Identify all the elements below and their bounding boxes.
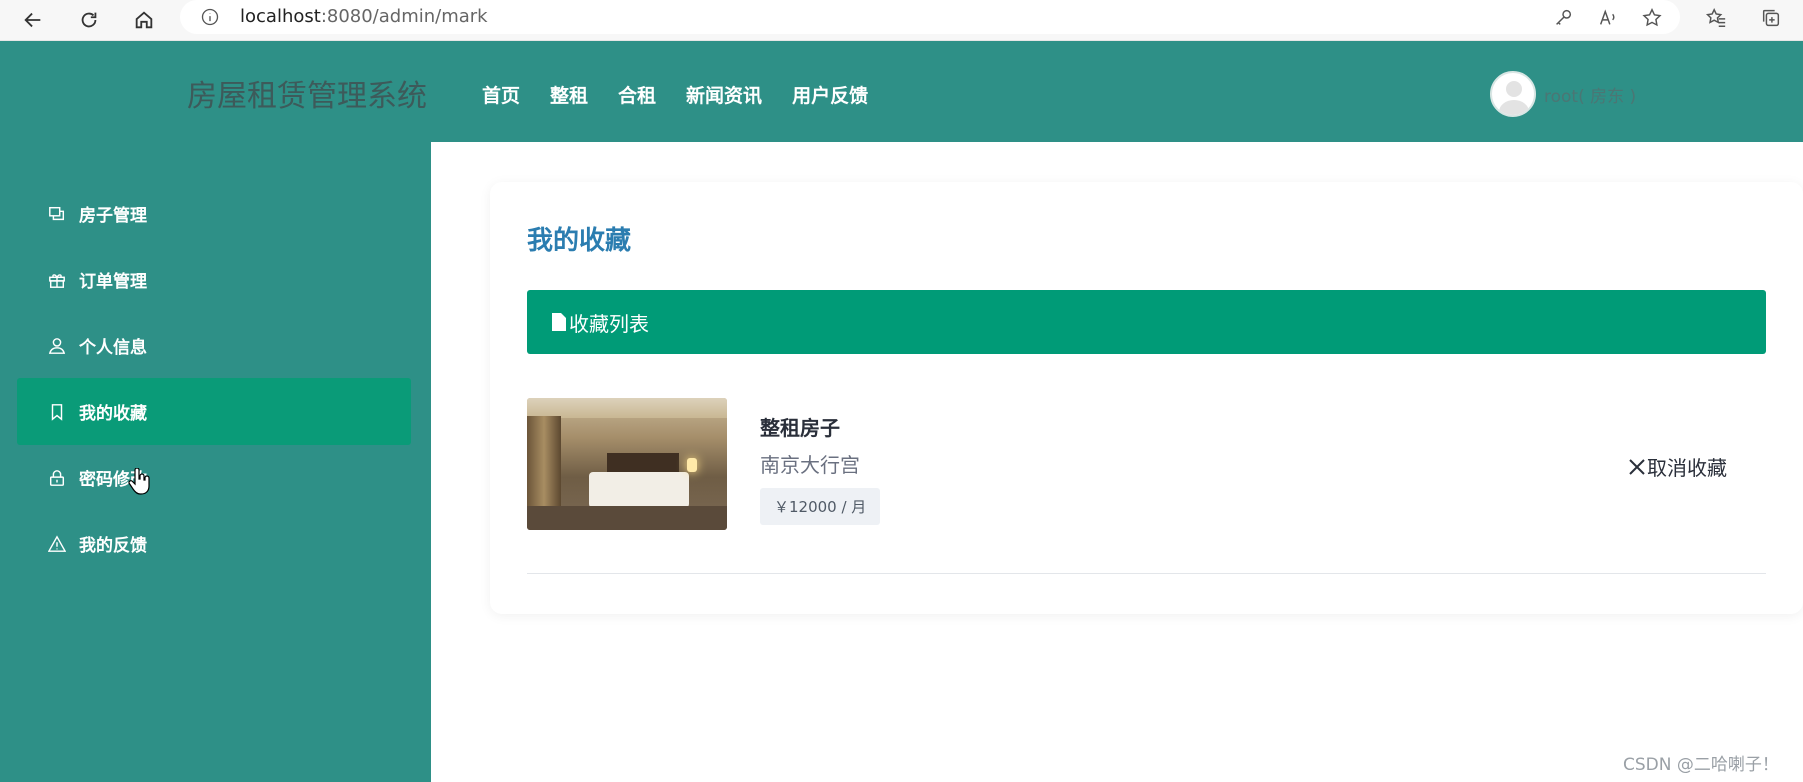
- room-type[interactable]: 整租房子: [760, 412, 880, 441]
- nav-shared-rent[interactable]: 合租: [618, 81, 656, 108]
- app-header: 房屋租赁管理系统 首页 整租 合租 新闻资讯 用户反馈 root( 房东 ): [0, 41, 1803, 142]
- sidebar-item-label: 个人信息: [79, 338, 147, 358]
- sidebar: 房子管理 订单管理 个人信息 我的收藏 密码修改 我的反馈: [0, 142, 431, 782]
- page-title: 我的收藏: [527, 226, 632, 256]
- home-icon[interactable]: [127, 3, 161, 37]
- sidebar-item-label: 房子管理: [79, 206, 147, 226]
- key-icon[interactable]: [1550, 5, 1576, 31]
- house-manage-icon: [47, 204, 67, 224]
- favorites-icon[interactable]: [1703, 5, 1729, 31]
- lock-icon: [47, 468, 67, 488]
- sidebar-item-profile[interactable]: 个人信息: [17, 312, 411, 379]
- back-icon[interactable]: [16, 3, 50, 37]
- sidebar-item-password[interactable]: 密码修改: [17, 444, 411, 511]
- sidebar-item-label: 订单管理: [79, 272, 147, 292]
- sidebar-item-label: 我的收藏: [79, 404, 147, 424]
- info-icon[interactable]: [200, 7, 220, 27]
- price-badge: ￥12000 / 月: [760, 488, 881, 525]
- room-photo[interactable]: [527, 398, 727, 530]
- watermark: CSDN @二哈喇子！: [1623, 755, 1779, 775]
- nav-news[interactable]: 新闻资讯: [686, 81, 762, 108]
- address-bar[interactable]: localhost:8080/admin/mark: [180, 0, 1680, 34]
- room-info: 整租房子 南京大行宫 ￥12000 / 月: [760, 412, 881, 525]
- nav-home[interactable]: 首页: [482, 81, 520, 108]
- avatar[interactable]: [1490, 71, 1536, 117]
- user-menu[interactable]: root( 房东 ): [1490, 71, 1636, 117]
- user-icon: [47, 336, 67, 356]
- close-icon: [1629, 458, 1645, 475]
- url-text[interactable]: localhost:8080/admin/mark: [240, 6, 488, 27]
- room-location: 南京大行宫: [760, 453, 860, 477]
- list-header-label: 收藏列表: [569, 311, 649, 336]
- cancel-favorite-button[interactable]: 取消收藏: [1627, 452, 1727, 481]
- app-title[interactable]: 房屋租赁管理系统: [187, 71, 427, 115]
- user-name[interactable]: root( 房东 ): [1544, 82, 1636, 107]
- divider: [527, 573, 1766, 574]
- sidebar-item-my-feedback[interactable]: 我的反馈: [17, 510, 411, 577]
- browser-toolbar: localhost:8080/admin/mark: [0, 0, 1803, 41]
- collections-icon[interactable]: [1758, 5, 1784, 31]
- sidebar-item-orders[interactable]: 订单管理: [17, 246, 411, 313]
- read-aloud-icon[interactable]: [1595, 5, 1621, 31]
- favorites-card: 我的收藏 收藏列表 整租房子 南京大行宫 ￥12000 / 月 取消收藏: [490, 182, 1803, 614]
- url-path: :8080/admin/mark: [320, 6, 488, 27]
- nav-whole-rent[interactable]: 整租: [550, 81, 588, 108]
- gift-icon: [47, 270, 67, 290]
- sidebar-item-favorites[interactable]: 我的收藏: [17, 378, 411, 445]
- sidebar-item-house-manage[interactable]: 房子管理: [17, 180, 411, 247]
- favorite-item: 整租房子 南京大行宫 ￥12000 / 月 取消收藏: [527, 398, 1766, 538]
- cancel-favorite-label: 取消收藏: [1647, 456, 1727, 480]
- sidebar-item-label: 我的反馈: [79, 536, 147, 556]
- favorites-list-header: 收藏列表: [527, 290, 1766, 354]
- nav-feedback[interactable]: 用户反馈: [792, 81, 868, 108]
- warning-icon: [47, 534, 67, 554]
- hand-cursor-icon: [128, 468, 150, 495]
- refresh-icon[interactable]: [72, 3, 106, 37]
- bookmark-icon: [47, 402, 67, 422]
- top-nav: 首页 整租 合租 新闻资讯 用户反馈: [482, 81, 868, 108]
- url-host: localhost: [240, 6, 321, 27]
- add-favorite-icon[interactable]: [1639, 5, 1665, 31]
- document-icon: [551, 312, 567, 332]
